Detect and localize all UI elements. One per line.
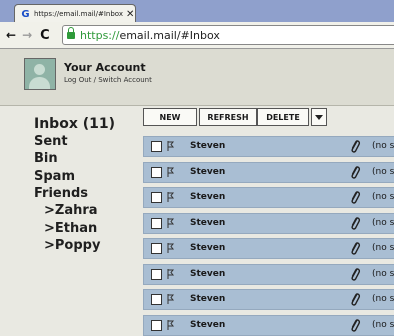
checkbox-icon[interactable] [151,294,162,305]
paperclip-icon [351,217,361,230]
checkbox-icon[interactable] [151,141,162,152]
message-row[interactable]: Steven (no s [143,136,394,157]
message-row[interactable]: Steven (no s [143,264,394,285]
message-sender: Steven [190,167,226,177]
message-row[interactable]: Steven (no s [143,238,394,259]
message-sender: Steven [190,192,226,202]
message-row[interactable]: Steven (no s [143,162,394,183]
paperclip-icon [351,166,361,179]
message-subject: (no s [372,320,394,330]
folder-sent[interactable]: Sent [34,134,68,149]
browser-tab[interactable]: G https://email.mail/#Inbox ✕ [14,4,136,23]
flag-icon[interactable] [166,319,176,331]
message-subject: (no s [372,167,394,177]
browser-toolbar: ← → C https://email.mail/#Inbox [0,22,394,49]
more-actions-dropdown[interactable] [311,108,327,126]
avatar[interactable] [24,58,56,90]
message-subject: (no s [372,141,394,151]
new-button[interactable]: NEW [143,108,197,126]
message-subject: (no s [372,218,394,228]
folder-friends[interactable]: Friends [34,186,88,201]
close-tab-icon[interactable]: ✕ [126,9,134,20]
refresh-button[interactable]: REFRESH [199,108,257,126]
flag-icon[interactable] [166,166,176,178]
message-row[interactable]: Steven (no s [143,315,394,336]
lock-icon [67,26,75,39]
flag-icon[interactable] [166,268,176,280]
checkbox-icon[interactable] [151,192,162,203]
checkbox-icon[interactable] [151,167,162,178]
paperclip-icon [351,242,361,255]
message-subject: (no s [372,294,394,304]
folder-poppy[interactable]: >Poppy [44,238,100,253]
delete-button[interactable]: DELETE [257,108,309,126]
flag-icon[interactable] [166,140,176,152]
message-subject: (no s [372,243,394,253]
tab-strip: G https://email.mail/#Inbox ✕ [0,0,394,23]
folder-ethan[interactable]: >Ethan [44,221,97,236]
folder-spam[interactable]: Spam [34,169,75,184]
message-sender: Steven [190,269,226,279]
logout-switch-link[interactable]: Log Out / Switch Account [64,76,152,84]
flag-icon[interactable] [166,293,176,305]
message-sender: Steven [190,294,226,304]
tab-title: https://email.mail/#Inbox [34,10,123,18]
flag-icon[interactable] [166,242,176,254]
url-path: email.mail/#Inbox [119,28,220,42]
chevron-down-icon [315,114,323,120]
flag-icon[interactable] [166,217,176,229]
paperclip-icon [351,268,361,281]
message-row[interactable]: Steven (no s [143,187,394,208]
site-favicon-icon: G [21,8,30,20]
message-sender: Steven [190,320,226,330]
checkbox-icon[interactable] [151,320,162,331]
paperclip-icon [351,293,361,306]
message-row[interactable]: Steven (no s [143,213,394,234]
message-subject: (no s [372,192,394,202]
message-row[interactable]: Steven (no s [143,289,394,310]
url-scheme: https:// [80,28,120,42]
paperclip-icon [351,140,361,153]
message-sender: Steven [190,243,226,253]
folder-zahra[interactable]: >Zahra [44,203,98,218]
checkbox-icon[interactable] [151,243,162,254]
flag-icon[interactable] [166,191,176,203]
url-text: https://email.mail/#Inbox [80,29,220,42]
address-bar[interactable]: https://email.mail/#Inbox [62,25,394,45]
checkbox-icon[interactable] [151,218,162,229]
account-name: Your Account [64,61,146,74]
back-button[interactable]: ← [6,28,16,42]
message-subject: (no s [372,269,394,279]
message-sender: Steven [190,141,226,151]
paperclip-icon [351,319,361,332]
folder-sidebar: Inbox (11) Sent Bin Spam Friends >Zahra … [0,106,140,336]
forward-button[interactable]: → [22,28,32,42]
account-header: Your Account Log Out / Switch Account [0,49,394,106]
paperclip-icon [351,191,361,204]
message-sender: Steven [190,218,226,228]
checkbox-icon[interactable] [151,269,162,280]
folder-bin[interactable]: Bin [34,151,58,166]
folder-inbox[interactable]: Inbox (11) [34,116,115,132]
reload-button[interactable]: C [40,28,50,43]
